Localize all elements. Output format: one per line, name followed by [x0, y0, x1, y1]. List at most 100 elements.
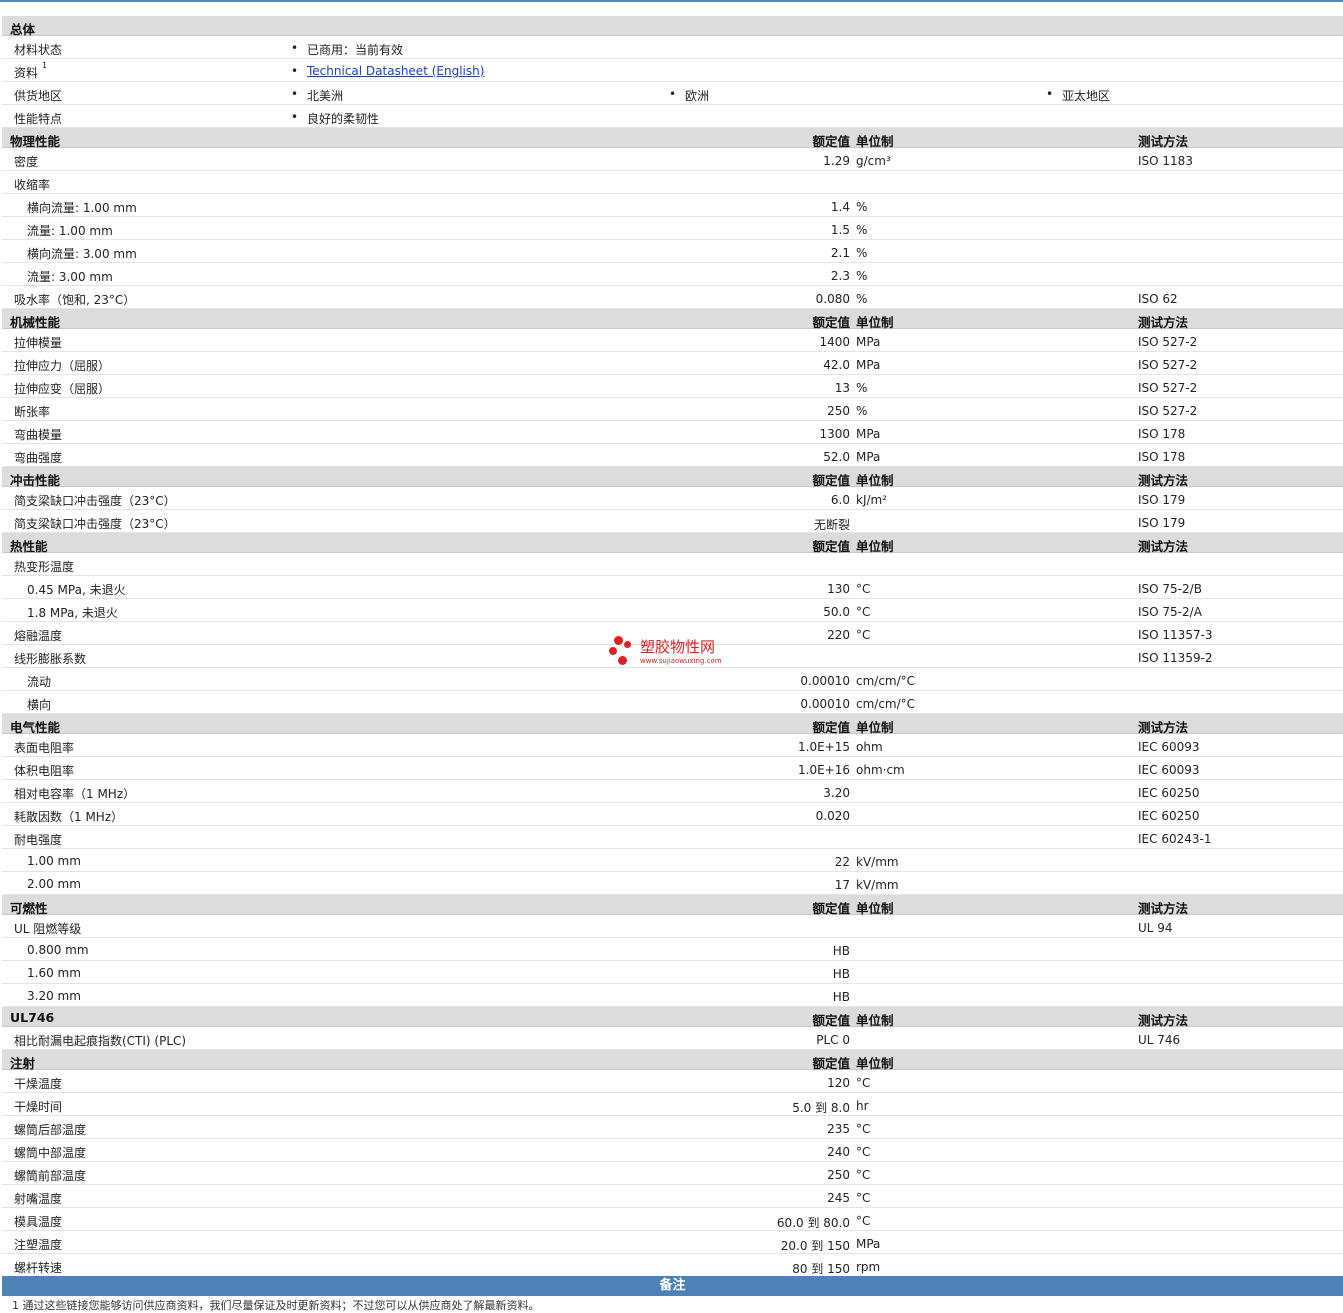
property-value: 1.29 — [823, 154, 850, 168]
property-name: 性能特点 — [14, 112, 63, 126]
property-name: 流量: 1.00 mm — [27, 224, 113, 238]
test-method: ISO 11357-3 — [1138, 628, 1213, 642]
property-row: 1.00 mm 22 kV/mm — [2, 849, 1343, 872]
notes-header: 备注 — [2, 1276, 1343, 1296]
property-name: 表面电阻率 — [14, 741, 75, 755]
property-row: 流动 0.00010 cm/cm/°C — [2, 668, 1343, 691]
property-row: 相比耐漏电起痕指数(CTI) (PLC) PLC 0 UL 746 — [2, 1027, 1343, 1050]
property-unit: MPa — [856, 427, 881, 441]
property-value: 1.0E+16 — [798, 763, 850, 777]
test-method: ISO 75-2/A — [1138, 605, 1202, 619]
property-row: 模具温度 60.0 到 80.0 °C — [2, 1208, 1343, 1231]
property-value: 6.0 — [830, 493, 850, 507]
property-name: 拉伸应变（屈服） — [14, 382, 111, 396]
property-value: 0.020 — [815, 809, 850, 823]
property-value: 无断裂 — [813, 518, 850, 532]
property-name: 断张率 — [14, 405, 51, 419]
general-row: 材料状态 已商用：当前有效 — [2, 36, 1343, 59]
property-row: 0.45 MPa, 未退火 130 °C ISO 75-2/B — [2, 576, 1343, 599]
property-unit: °C — [856, 1122, 871, 1136]
property-unit: °C — [856, 1191, 871, 1205]
section-header: 可燃性 额定值 单位制 测试方法 — [2, 895, 1343, 916]
property-name: 耐电强度 — [14, 833, 63, 847]
property-value: 1400 — [819, 335, 850, 349]
property-value: 20.0 到 150 — [780, 1239, 850, 1253]
general-row: 资料1 Technical Datasheet (English) — [2, 59, 1343, 82]
property-row: UL 阻燃等级 UL 94 — [2, 915, 1343, 938]
section-header: 注射 额定值 单位制 — [2, 1050, 1343, 1071]
property-value: HB — [832, 944, 850, 958]
property-value: 1.0E+15 — [798, 740, 850, 754]
watermark-logo: 塑胶物性网 www.sujiaowuxing.com — [606, 634, 746, 670]
section-header: 热性能 额定值 单位制 测试方法 — [2, 533, 1343, 554]
property-name: 流量: 3.00 mm — [27, 270, 113, 284]
property-name: 简支梁缺口冲击强度（23°C） — [14, 494, 176, 508]
property-row: 体积电阻率 1.0E+16 ohm·cm IEC 60093 — [2, 757, 1343, 780]
property-name: 热变形温度 — [14, 560, 75, 574]
property-name: 简支梁缺口冲击强度（23°C） — [14, 517, 176, 531]
section-title: UL746 — [10, 1010, 55, 1025]
property-row: 1.60 mm HB — [2, 961, 1343, 984]
bullet-value: 欧洲 — [669, 87, 709, 104]
property-unit: cm/cm/°C — [856, 697, 916, 711]
test-method: ISO 62 — [1138, 292, 1178, 306]
property-name: 模具温度 — [14, 1215, 63, 1229]
property-unit: % — [856, 381, 868, 395]
property-unit: MPa — [856, 1237, 881, 1251]
section-header-general: 总体 — [2, 16, 1343, 37]
property-name: 弯曲强度 — [14, 451, 63, 465]
property-value: 17 — [834, 878, 850, 892]
property-name: 线形膨胀系数 — [14, 652, 87, 666]
property-row: 螺筒中部温度 240 °C — [2, 1139, 1343, 1162]
property-row: 横向流量: 1.00 mm 1.4% — [2, 194, 1343, 217]
property-name: 资料 — [14, 66, 39, 80]
property-row: 横向 0.00010 cm/cm/°C — [2, 691, 1343, 714]
test-method: ISO 527-2 — [1138, 381, 1198, 395]
property-value: 60.0 到 80.0 — [776, 1216, 850, 1230]
test-method: ISO 75-2/B — [1138, 582, 1202, 596]
logo-dot — [609, 647, 617, 655]
property-name: UL 阻燃等级 — [14, 922, 82, 936]
property-name: 流动 — [27, 675, 52, 689]
property-name: 0.45 MPa, 未退火 — [27, 583, 126, 597]
property-name: 注塑温度 — [14, 1238, 63, 1252]
property-row: 简支梁缺口冲击强度（23°C） 6.0 kJ/m² ISO 179 — [2, 487, 1343, 510]
property-name: 2.00 mm — [27, 877, 81, 891]
test-method: IEC 60250 — [1138, 809, 1200, 823]
property-unit: °C — [856, 1168, 871, 1182]
property-name: 相对电容率（1 MHz） — [14, 787, 136, 801]
test-method: IEC 60243-1 — [1138, 832, 1212, 846]
property-row: 耗散因数（1 MHz） 0.020 IEC 60250 — [2, 803, 1343, 826]
property-unit: % — [856, 223, 868, 237]
property-name: 拉伸模量 — [14, 336, 63, 350]
property-row: 3.20 mm HB — [2, 984, 1343, 1007]
property-unit: MPa — [856, 358, 881, 372]
property-value: 50.0 — [823, 605, 850, 619]
property-row: 螺筒前部温度 250 °C — [2, 1162, 1343, 1185]
footnote: 1 通过这些链接您能够访问供应商资料，我们尽量保证及时更新资料；不过您可以从供应… — [12, 1299, 540, 1312]
section-header: 冲击性能 额定值 单位制 测试方法 — [2, 467, 1343, 488]
datasheet-link[interactable]: Technical Datasheet (English) — [291, 64, 484, 78]
property-unit: % — [856, 246, 868, 260]
property-value: 0.080 — [815, 292, 850, 306]
property-unit: ohm·cm — [856, 763, 905, 777]
property-name: 干燥温度 — [14, 1077, 63, 1091]
property-row: 1.8 MPa, 未退火 50.0 °C ISO 75-2/A — [2, 599, 1343, 622]
property-value: 250 — [827, 1168, 850, 1182]
property-row: 热变形温度 — [2, 553, 1343, 576]
property-name: 弯曲模量 — [14, 428, 63, 442]
test-method: IEC 60093 — [1138, 740, 1200, 754]
property-unit: °C — [856, 1214, 871, 1228]
bullet-value: 良好的柔韧性 — [291, 110, 379, 127]
property-unit: % — [856, 292, 868, 306]
property-unit: °C — [856, 605, 871, 619]
property-row: 拉伸模量 1400 MPa ISO 527-2 — [2, 329, 1343, 352]
test-method: UL 94 — [1138, 921, 1173, 935]
bullet-value: 已商用：当前有效 — [291, 41, 403, 58]
property-unit: °C — [856, 628, 871, 642]
property-unit: °C — [856, 1076, 871, 1090]
property-name: 螺筒前部温度 — [14, 1169, 87, 1183]
watermark-url: www.sujiaowuxing.com — [640, 657, 722, 665]
property-value: 80 到 150 — [792, 1262, 850, 1276]
property-unit: MPa — [856, 450, 881, 464]
